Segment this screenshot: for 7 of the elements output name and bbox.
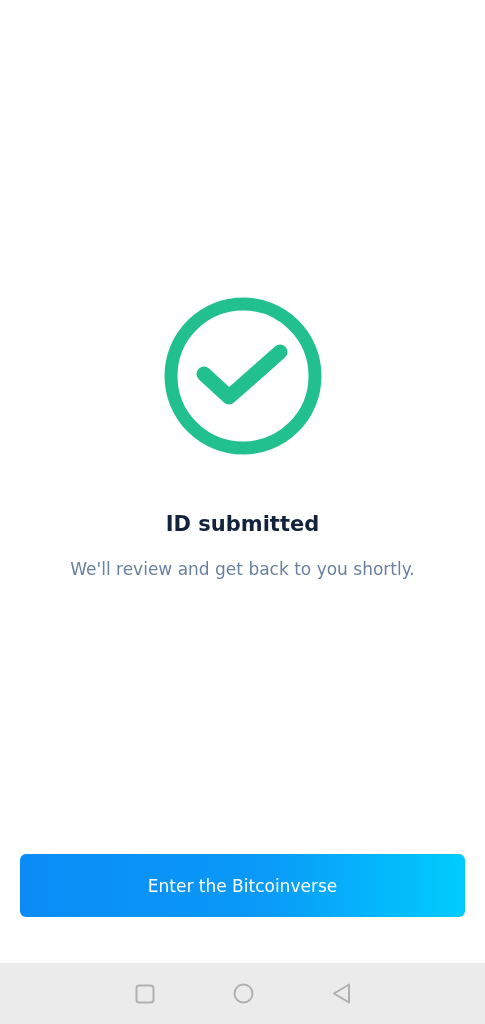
status-message: We'll review and get back to you shortly. <box>70 559 415 579</box>
recent-apps-icon[interactable] <box>134 983 155 1004</box>
checkmark-circle-icon <box>163 297 322 455</box>
back-icon[interactable] <box>331 983 351 1004</box>
home-icon[interactable] <box>232 983 254 1004</box>
status-title: ID submitted <box>165 512 320 536</box>
enter-button[interactable]: Enter the Bitcoinverse <box>20 854 465 917</box>
